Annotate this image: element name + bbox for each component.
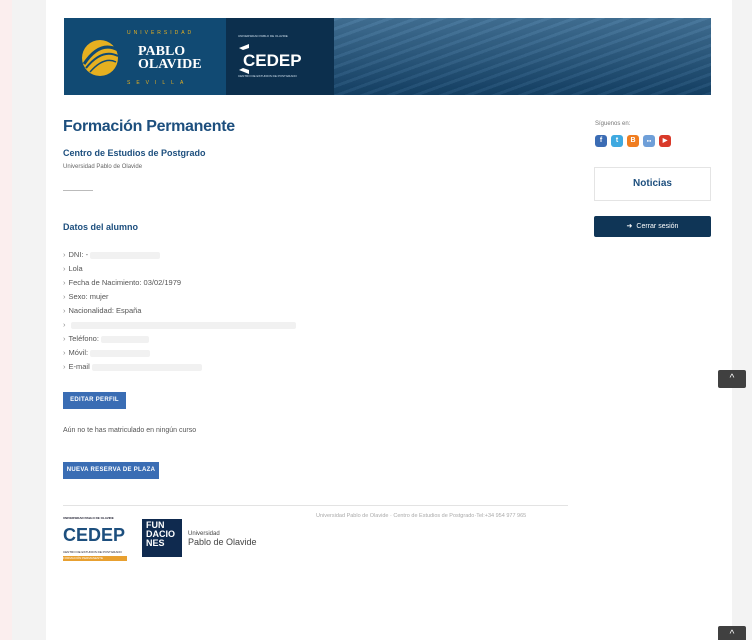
chevron-right-icon: › [63,250,66,259]
field-address: › [63,318,343,332]
field-nationality: › Nacionalidad: España [63,304,343,318]
blogger-icon[interactable]: B [627,135,639,147]
page-title: Formación Permanente [63,118,235,135]
redacted-value [90,251,161,259]
university-name: Universidad Pablo de Olavide [63,164,143,170]
footer-contact-text: Universidad Pablo de Olavide · Centro de… [316,513,527,519]
youtube-icon[interactable]: ▶ [659,135,671,147]
student-details: › DNI: - › Lola › Fecha de Nacimiento: 03/0… [63,248,343,374]
footer-cedep-caption: UNIVERSIDAD PABLO DE OLAVIDE [63,516,114,520]
field-sex: › Sexo: mujer [63,290,343,304]
logout-icon: ➜ [626,223,633,230]
divider [63,190,93,191]
field-phone: › Teléfono: [63,332,343,346]
redacted-value [70,321,296,329]
cedep-logo-icon: CEDEP [239,44,302,74]
page-edge [0,0,12,640]
field-dni: › DNI: - [63,248,343,262]
scroll-to-top-button-bottom[interactable]: ^ [718,626,746,640]
redacted-value [91,363,202,371]
logout-label: Cerrar sesión [636,223,679,230]
field-birthdate: › Fecha de Nacimiento: 03/02/1979 [63,276,343,290]
edit-profile-button[interactable]: EDITAR PERFIL [63,392,126,409]
footer-cedep-logo[interactable]: UNIVERSIDAD PABLO DE OLAVIDE CEDEP CENTR… [63,516,129,562]
redacted-value [100,335,149,343]
footer-cedep-word: CEDEP [63,525,126,545]
footer-upo-logo[interactable]: Universidad Pablo de Olavide [188,531,257,547]
header-banner: UNIVERSIDAD PABLO OLAVIDE SEVILLA UNIVER… [64,18,711,95]
new-reservation-button[interactable]: NUEVA RESERVA DE PLAZA [63,462,159,479]
scroll-to-top-button[interactable]: ^ [718,370,746,388]
chevron-right-icon: › [63,348,66,357]
chevron-right-icon: › [63,334,66,343]
twitter-icon[interactable]: t [611,135,623,147]
upo-name: PABLO OLAVIDE [138,44,202,72]
chevron-right-icon: › [63,306,66,315]
news-link[interactable]: Noticias [594,167,711,201]
field-email: › E-mail [63,360,343,374]
footer-fundaciones-logo[interactable]: FUN DACIO NES [142,519,182,557]
chevron-right-icon: › [63,278,66,287]
chevron-right-icon: › [63,292,66,301]
page-subtitle: Centro de Estudios de Postgrado [63,148,206,158]
banner-architecture-image [334,18,711,95]
chevron-right-icon: › [63,320,66,329]
logout-button[interactable]: ➜ Cerrar sesión [594,216,711,237]
footer-cedep-subtitle: CENTRO DE ESTUDIOS DE POSTGRADO [63,550,122,554]
cedep-sub-text: CENTRO DE ESTUDIOS DE POSTGRADO [238,74,297,78]
redacted-value [90,349,151,357]
facebook-icon[interactable]: f [595,135,607,147]
footer-cedep-tag: FORMACIÓN PERMANENTE [63,556,127,561]
chevron-right-icon: › [63,362,66,371]
footer-divider [63,505,568,506]
field-mobile: › Móvil: [63,346,343,360]
section-title-student: Datos del alumno [63,222,139,232]
upo-top-text: UNIVERSIDAD [127,30,195,36]
chevron-right-icon: › [63,264,66,273]
cedep-top-text: UNIVERSIDAD PABLO DE OLAVIDE [238,34,288,38]
upo-city-text: SEVILLA [127,80,190,86]
enrollment-notice: Aún no te has matriculado en ningún curs… [63,427,197,434]
svg-text:CEDEP: CEDEP [243,51,302,70]
upo-emblem-icon [82,40,119,76]
field-name: › Lola [63,262,343,276]
flickr-icon[interactable]: ●● [643,135,655,147]
social-links: f t B ●● ▶ [595,135,671,147]
follow-us-label: Síguenos en: [595,121,631,127]
